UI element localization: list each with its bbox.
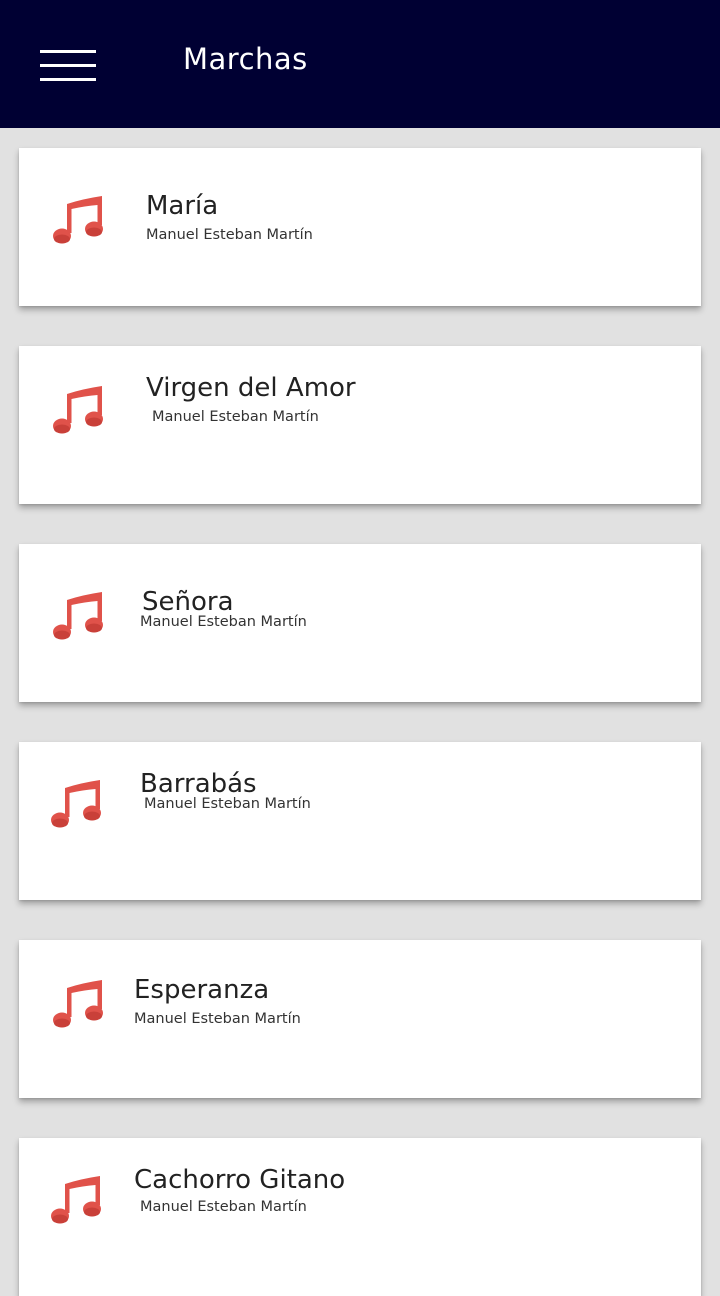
- list-item[interactable]: María Manuel Esteban Martín: [19, 148, 701, 306]
- music-note-icon: [53, 386, 103, 434]
- item-subtitle: Manuel Esteban Martín: [140, 614, 307, 630]
- item-title: Cachorro Gitano: [134, 1165, 346, 1195]
- music-note-icon: [51, 780, 101, 828]
- list-item[interactable]: Esperanza Manuel Esteban Martín: [19, 940, 701, 1098]
- list-item[interactable]: Señora Manuel Esteban Martín: [19, 544, 701, 702]
- item-subtitle: Manuel Esteban Martín: [144, 796, 311, 812]
- music-note-icon: [53, 196, 103, 244]
- item-subtitle: Manuel Esteban Martín: [140, 1199, 307, 1215]
- item-subtitle: Manuel Esteban Martín: [146, 227, 313, 243]
- item-title: Virgen del Amor: [146, 373, 356, 403]
- list-item[interactable]: Cachorro Gitano Manuel Esteban Martín: [19, 1138, 701, 1296]
- music-note-icon: [51, 1176, 101, 1224]
- list-item[interactable]: Barrabás Manuel Esteban Martín: [19, 742, 701, 900]
- music-note-icon: [53, 592, 103, 640]
- item-subtitle: Manuel Esteban Martín: [134, 1011, 301, 1027]
- list-item[interactable]: Virgen del Amor Manuel Esteban Martín: [19, 346, 701, 504]
- item-title: Esperanza: [134, 975, 270, 1005]
- music-note-icon: [53, 980, 103, 1028]
- page-title: Marchas: [183, 42, 308, 76]
- item-title: María: [146, 191, 219, 221]
- item-subtitle: Manuel Esteban Martín: [152, 409, 319, 425]
- menu-button[interactable]: [28, 38, 108, 92]
- app-bar: Marchas: [0, 0, 720, 128]
